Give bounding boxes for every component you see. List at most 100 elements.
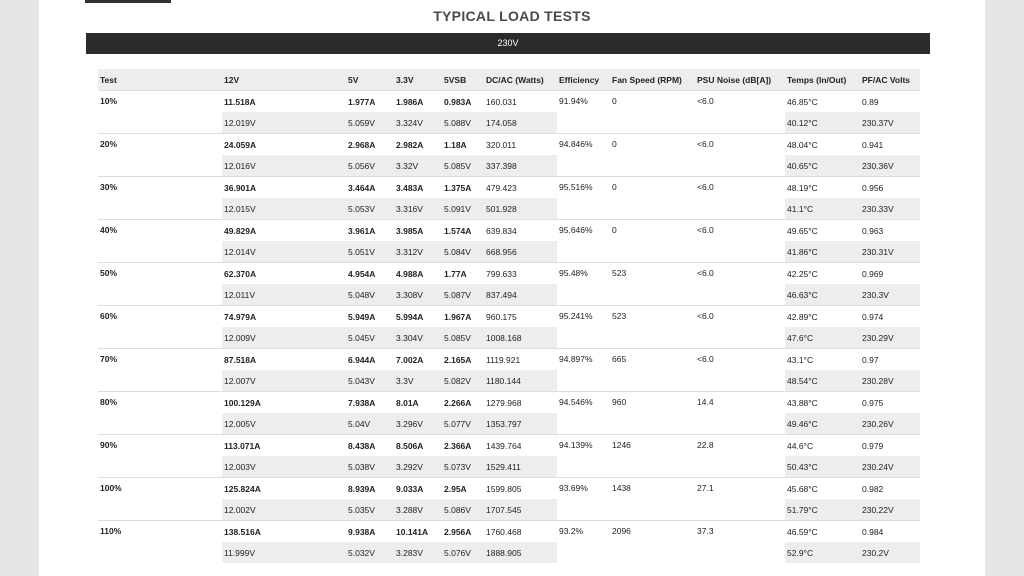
psu-noise-cell: <6.0: [695, 133, 785, 177]
temp-out-cell: 41.86°C: [785, 241, 860, 263]
psu-noise-cell: <6.0: [695, 90, 785, 134]
temp-out-cell: 40.12°C: [785, 112, 860, 134]
table-row-volts: 12.003V 5.038V 3.292V 5.073V 1529.411 50.43°C…: [98, 456, 920, 478]
test-load-cell: 50%: [98, 262, 222, 306]
efficiency-cell: 94.139%: [557, 434, 610, 478]
temp-out-cell: 47.6°C: [785, 327, 860, 349]
amps-3v3-cell: 9.033A: [394, 477, 442, 499]
power-factor-cell: 0.969: [860, 262, 920, 284]
volts-12v-cell: 12.005V: [222, 413, 346, 435]
amps-5v-cell: 9.938A: [346, 520, 394, 542]
psu-noise-cell: 27.1: [695, 477, 785, 521]
ac-volts-cell: 230.2V: [860, 542, 920, 563]
table-row-amps: 90% 113.071A 8.438A 8.506A 2.366A 1439.764 94.…: [98, 434, 920, 478]
ac-volts-cell: 230.22V: [860, 499, 920, 521]
temp-out-cell: 46.63°C: [785, 284, 860, 306]
fan-speed-cell: 523: [610, 262, 695, 306]
efficiency-cell: 91.94%: [557, 90, 610, 134]
temp-in-cell: 46.59°C: [785, 520, 860, 542]
ac-watts-cell: 1180.144: [484, 370, 557, 392]
amps-3v3-cell: 8.506A: [394, 434, 442, 456]
efficiency-cell: 94.897%: [557, 348, 610, 392]
column-header-12v: 12V: [222, 69, 346, 91]
amps-12v-cell: 138.516A: [222, 520, 346, 542]
top-accent-bar: [85, 0, 171, 3]
temp-in-cell: 49.65°C: [785, 219, 860, 241]
amps-5vsb-cell: 1.77A: [442, 262, 484, 284]
power-factor-cell: 0.956: [860, 176, 920, 198]
temp-out-cell: 50.43°C: [785, 456, 860, 478]
column-header-efficiency: Efficiency: [557, 69, 610, 91]
volts-3v3-cell: 3.304V: [394, 327, 442, 349]
load-tests-table: Test 12V 5V 3.3V 5VSB DC/AC (Watts) Effi…: [98, 69, 920, 563]
section-title: TYPICAL LOAD TESTS: [433, 8, 591, 24]
ac-watts-cell: 1353.797: [484, 413, 557, 435]
ac-volts-cell: 230.37V: [860, 112, 920, 134]
temp-out-cell: 52.9°C: [785, 542, 860, 563]
volts-5v-cell: 5.04V: [346, 413, 394, 435]
amps-5vsb-cell: 2.956A: [442, 520, 484, 542]
volts-3v3-cell: 3.288V: [394, 499, 442, 521]
volts-5vsb-cell: 5.085V: [442, 155, 484, 177]
amps-5v-cell: 3.961A: [346, 219, 394, 241]
dc-watts-cell: 1439.764: [484, 434, 557, 456]
volts-5vsb-cell: 5.091V: [442, 198, 484, 220]
ac-volts-cell: 230.31V: [860, 241, 920, 263]
test-load-cell: 70%: [98, 348, 222, 392]
amps-5v-cell: 3.464A: [346, 176, 394, 198]
temp-in-cell: 44.6°C: [785, 434, 860, 456]
volts-5vsb-cell: 5.084V: [442, 241, 484, 263]
power-factor-cell: 0.974: [860, 305, 920, 327]
volts-5v-cell: 5.048V: [346, 284, 394, 306]
test-load-cell: 40%: [98, 219, 222, 263]
volts-12v-cell: 12.019V: [222, 112, 346, 134]
column-header-3v3: 3.3V: [394, 69, 442, 91]
amps-12v-cell: 36.901A: [222, 176, 346, 198]
article-page: TYPICAL LOAD TESTS 230V Test 12V 5V 3.3V…: [39, 0, 985, 576]
amps-5vsb-cell: 1.18A: [442, 133, 484, 155]
column-header-test: Test: [98, 69, 222, 91]
table-header-row: Test 12V 5V 3.3V 5VSB DC/AC (Watts) Effi…: [98, 69, 920, 91]
amps-12v-cell: 62.370A: [222, 262, 346, 284]
volts-5vsb-cell: 5.088V: [442, 112, 484, 134]
ac-watts-cell: 668.956: [484, 241, 557, 263]
volts-12v-cell: 12.009V: [222, 327, 346, 349]
power-factor-cell: 0.89: [860, 90, 920, 112]
table-row-amps: 40% 49.829A 3.961A 3.985A 1.574A 639.834 95.64…: [98, 219, 920, 263]
test-load-cell: 110%: [98, 520, 222, 563]
amps-3v3-cell: 10.141A: [394, 520, 442, 542]
fan-speed-cell: 523: [610, 305, 695, 349]
volts-5vsb-cell: 5.073V: [442, 456, 484, 478]
amps-3v3-cell: 3.985A: [394, 219, 442, 241]
temp-in-cell: 42.25°C: [785, 262, 860, 284]
amps-12v-cell: 113.071A: [222, 434, 346, 456]
volts-12v-cell: 12.016V: [222, 155, 346, 177]
amps-5vsb-cell: 0.983A: [442, 90, 484, 112]
column-header-pf-ac-volts: PF/AC Volts: [860, 69, 920, 91]
psu-noise-cell: <6.0: [695, 219, 785, 263]
volts-12v-cell: 12.002V: [222, 499, 346, 521]
volts-5v-cell: 5.059V: [346, 112, 394, 134]
psu-noise-cell: <6.0: [695, 262, 785, 306]
volts-3v3-cell: 3.292V: [394, 456, 442, 478]
table-row-volts: 12.007V 5.043V 3.3V 5.082V 1180.144 48.54°C 23…: [98, 370, 920, 392]
amps-5v-cell: 1.977A: [346, 90, 394, 112]
volts-3v3-cell: 3.316V: [394, 198, 442, 220]
amps-12v-cell: 11.518A: [222, 90, 346, 112]
amps-12v-cell: 87.518A: [222, 348, 346, 370]
table-row-volts: 11.999V 5.032V 3.283V 5.076V 1888.905 52.9°C 2…: [98, 542, 920, 563]
amps-12v-cell: 24.059A: [222, 133, 346, 155]
volts-5vsb-cell: 5.087V: [442, 284, 484, 306]
table-row-amps: 100% 125.824A 8.939A 9.033A 2.95A 1599.805 93.…: [98, 477, 920, 521]
fan-speed-cell: 665: [610, 348, 695, 392]
ac-watts-cell: 501.928: [484, 198, 557, 220]
table-row-volts: 12.005V 5.04V 3.296V 5.077V 1353.797 49.46°C 2…: [98, 413, 920, 435]
psu-noise-cell: 22.8: [695, 434, 785, 478]
fan-speed-cell: 0: [610, 90, 695, 134]
temp-out-cell: 51.79°C: [785, 499, 860, 521]
ac-watts-cell: 174.058: [484, 112, 557, 134]
test-load-cell: 90%: [98, 434, 222, 478]
ac-watts-cell: 337.398: [484, 155, 557, 177]
ac-watts-cell: 1707.545: [484, 499, 557, 521]
test-load-cell: 80%: [98, 391, 222, 435]
